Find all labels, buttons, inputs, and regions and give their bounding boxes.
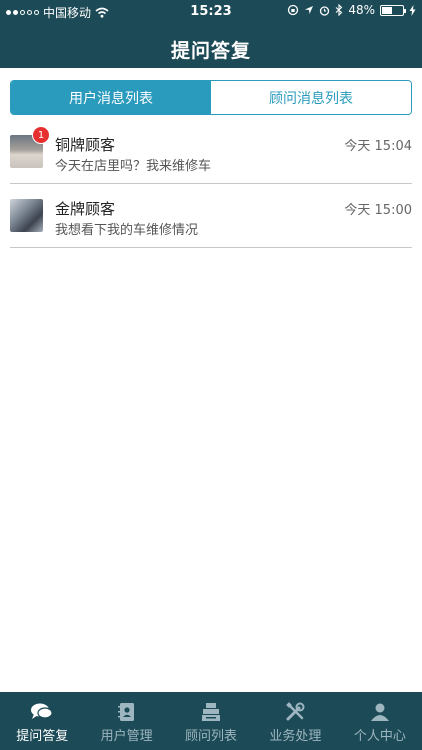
alarm-icon xyxy=(320,5,330,16)
segmented-control: 用户消息列表 顾问消息列表 xyxy=(10,80,412,115)
list-item[interactable]: 金牌顾客 今天 15:00 我想看下我的车维修情况 xyxy=(10,184,412,248)
location-arrow-icon xyxy=(305,6,314,14)
app-header: 中国移动 15:23 48% 提问答复 xyxy=(0,0,422,68)
message-time: 今天 15:00 xyxy=(344,203,412,218)
bottom-tab-bar: 提问答复 用户管理 顾问列表 业务处理 个人中心 xyxy=(0,692,422,750)
tab-consultant-list[interactable]: 顾问列表 xyxy=(169,692,253,750)
customer-name: 金牌顾客 xyxy=(55,200,116,218)
person-icon xyxy=(369,702,391,722)
unread-badge: 1 xyxy=(32,126,50,144)
message-time: 今天 15:04 xyxy=(344,139,412,154)
chat-bubble-icon xyxy=(30,702,54,722)
avatar xyxy=(10,199,43,232)
battery-icon xyxy=(380,4,406,16)
contacts-book-icon xyxy=(117,702,136,722)
list-item[interactable]: 1 铜牌顾客 今天 15:04 今天在店里吗？我来维修车 xyxy=(10,120,412,184)
tab-user-messages[interactable]: 用户消息列表 xyxy=(11,81,211,114)
tab-label: 用户管理 xyxy=(100,729,153,744)
tab-label: 顾问列表 xyxy=(185,729,238,744)
tab-label: 提问答复 xyxy=(16,729,69,744)
message-list: 1 铜牌顾客 今天 15:04 今天在店里吗？我来维修车 金牌顾客 今天 15:… xyxy=(10,120,412,248)
bluetooth-icon xyxy=(335,4,343,16)
tab-label: 业务处理 xyxy=(269,729,322,744)
register-icon xyxy=(201,702,221,722)
page-title: 提问答复 xyxy=(170,40,251,62)
tab-consultant-messages[interactable]: 顾问消息列表 xyxy=(211,81,411,114)
battery-percent: 48% xyxy=(348,3,375,17)
message-preview: 今天在店里吗？我来维修车 xyxy=(55,159,212,174)
tab-personal-center[interactable]: 个人中心 xyxy=(338,692,422,750)
orientation-lock-icon xyxy=(288,4,299,16)
tab-business-processing[interactable]: 业务处理 xyxy=(253,692,337,750)
tab-user-management[interactable]: 用户管理 xyxy=(84,692,168,750)
tools-icon xyxy=(285,702,305,722)
message-preview: 我想看下我的车维修情况 xyxy=(55,223,199,238)
status-bar: 中国移动 15:23 48% xyxy=(0,0,422,22)
tab-label: 个人中心 xyxy=(353,729,406,744)
customer-name: 铜牌顾客 xyxy=(55,136,116,154)
tab-qa-reply[interactable]: 提问答复 xyxy=(0,692,84,750)
charging-bolt-icon xyxy=(409,4,416,16)
status-right: 48% xyxy=(287,3,416,17)
